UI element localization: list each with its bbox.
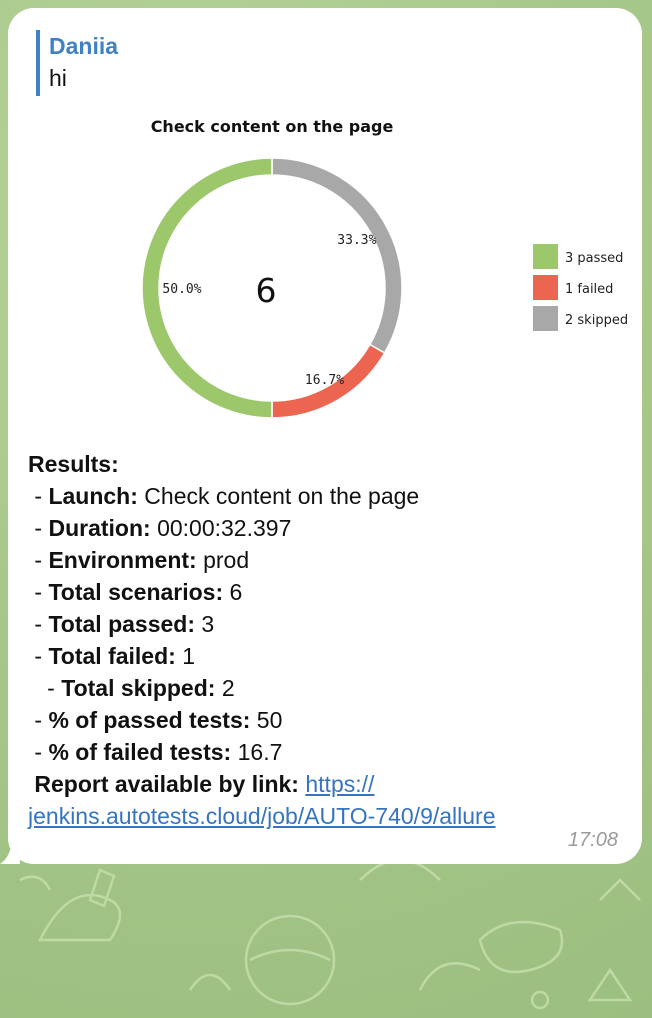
pct-failed-row: - % of failed tests: 16.7: [28, 739, 283, 765]
slice-percent-label-skipped: 33.3%: [337, 233, 376, 248]
duration-label: Duration:: [48, 515, 151, 541]
slice-percent-label-failed: 16.7%: [305, 373, 344, 388]
pct-passed-value: 50: [256, 707, 283, 733]
report-link-part2[interactable]: jenkins.autotests.cloud/job/AUTO-740/9/a…: [28, 803, 496, 829]
legend-swatch-failed: [533, 275, 558, 300]
launch-label: Launch:: [48, 483, 138, 509]
results-donut-chart[interactable]: Check content on the page 50.0% 16.7% 33.3…: [120, 110, 640, 440]
duration-value: 00:00:32.397: [157, 515, 292, 541]
launch-value: Check content on the page: [144, 483, 420, 509]
launch-row: - Launch: Check content on the page: [28, 483, 420, 509]
reply-quote[interactable]: Daniia hi: [36, 30, 336, 96]
chart-title: Check content on the page: [151, 117, 394, 136]
total-skipped-label: Total skipped:: [61, 675, 216, 701]
reply-author: Daniia: [49, 33, 119, 59]
total-passed-row: - Total passed: 3: [28, 611, 215, 637]
report-row: Report available by link: https://: [28, 768, 638, 800]
legend-label-passed: 3 passed: [565, 251, 623, 266]
message-bubble[interactable]: Daniia hi Check content on the page 50.0…: [8, 8, 642, 864]
total-scenarios-label: Total scenarios:: [48, 579, 224, 605]
legend-swatch-skipped: [533, 306, 558, 331]
pct-passed-label: % of passed tests:: [48, 707, 251, 733]
donut-slice-skipped[interactable]: [271, 157, 403, 355]
reply-text: hi: [49, 65, 67, 91]
total-passed-label: Total passed:: [48, 611, 195, 637]
message-timestamp: 17:08: [567, 829, 618, 851]
total-failed-value: 1: [182, 643, 195, 669]
environment-label: Environment:: [48, 547, 197, 573]
report-label: Report available by link:: [34, 771, 299, 797]
legend-label-failed: 1 failed: [565, 282, 613, 297]
chart-center-total: 6: [256, 271, 277, 310]
environment-row: - Environment: prod: [28, 547, 250, 573]
total-skipped-value: 2: [221, 675, 235, 701]
duration-row: - Duration: 00:00:32.397: [28, 515, 292, 541]
results-heading: Results:: [28, 448, 638, 480]
results-heading-text: Results:: [28, 451, 119, 477]
pct-passed-row: - % of passed tests: 50: [28, 707, 283, 733]
total-skipped-row: - Total skipped: 2: [28, 675, 235, 701]
total-passed-value: 3: [201, 611, 215, 637]
pct-failed-value: 16.7: [237, 739, 283, 765]
report-link-row: jenkins.autotests.cloud/job/AUTO-740/9/a…: [28, 800, 638, 832]
total-scenarios-value: 6: [229, 579, 243, 605]
results-text: Results: - Launch: Check content on the …: [28, 448, 638, 832]
total-scenarios-row: - Total scenarios: 6: [28, 579, 243, 605]
slice-percent-label-passed: 50.0%: [162, 282, 201, 297]
pct-failed-label: % of failed tests:: [48, 739, 232, 765]
total-failed-row: - Total failed: 1: [28, 643, 195, 669]
total-failed-label: Total failed:: [48, 643, 176, 669]
legend-label-skipped: 2 skipped: [565, 313, 628, 328]
report-link-part1[interactable]: https://: [305, 771, 374, 797]
legend-swatch-passed: [533, 244, 558, 269]
environment-value: prod: [203, 547, 250, 573]
